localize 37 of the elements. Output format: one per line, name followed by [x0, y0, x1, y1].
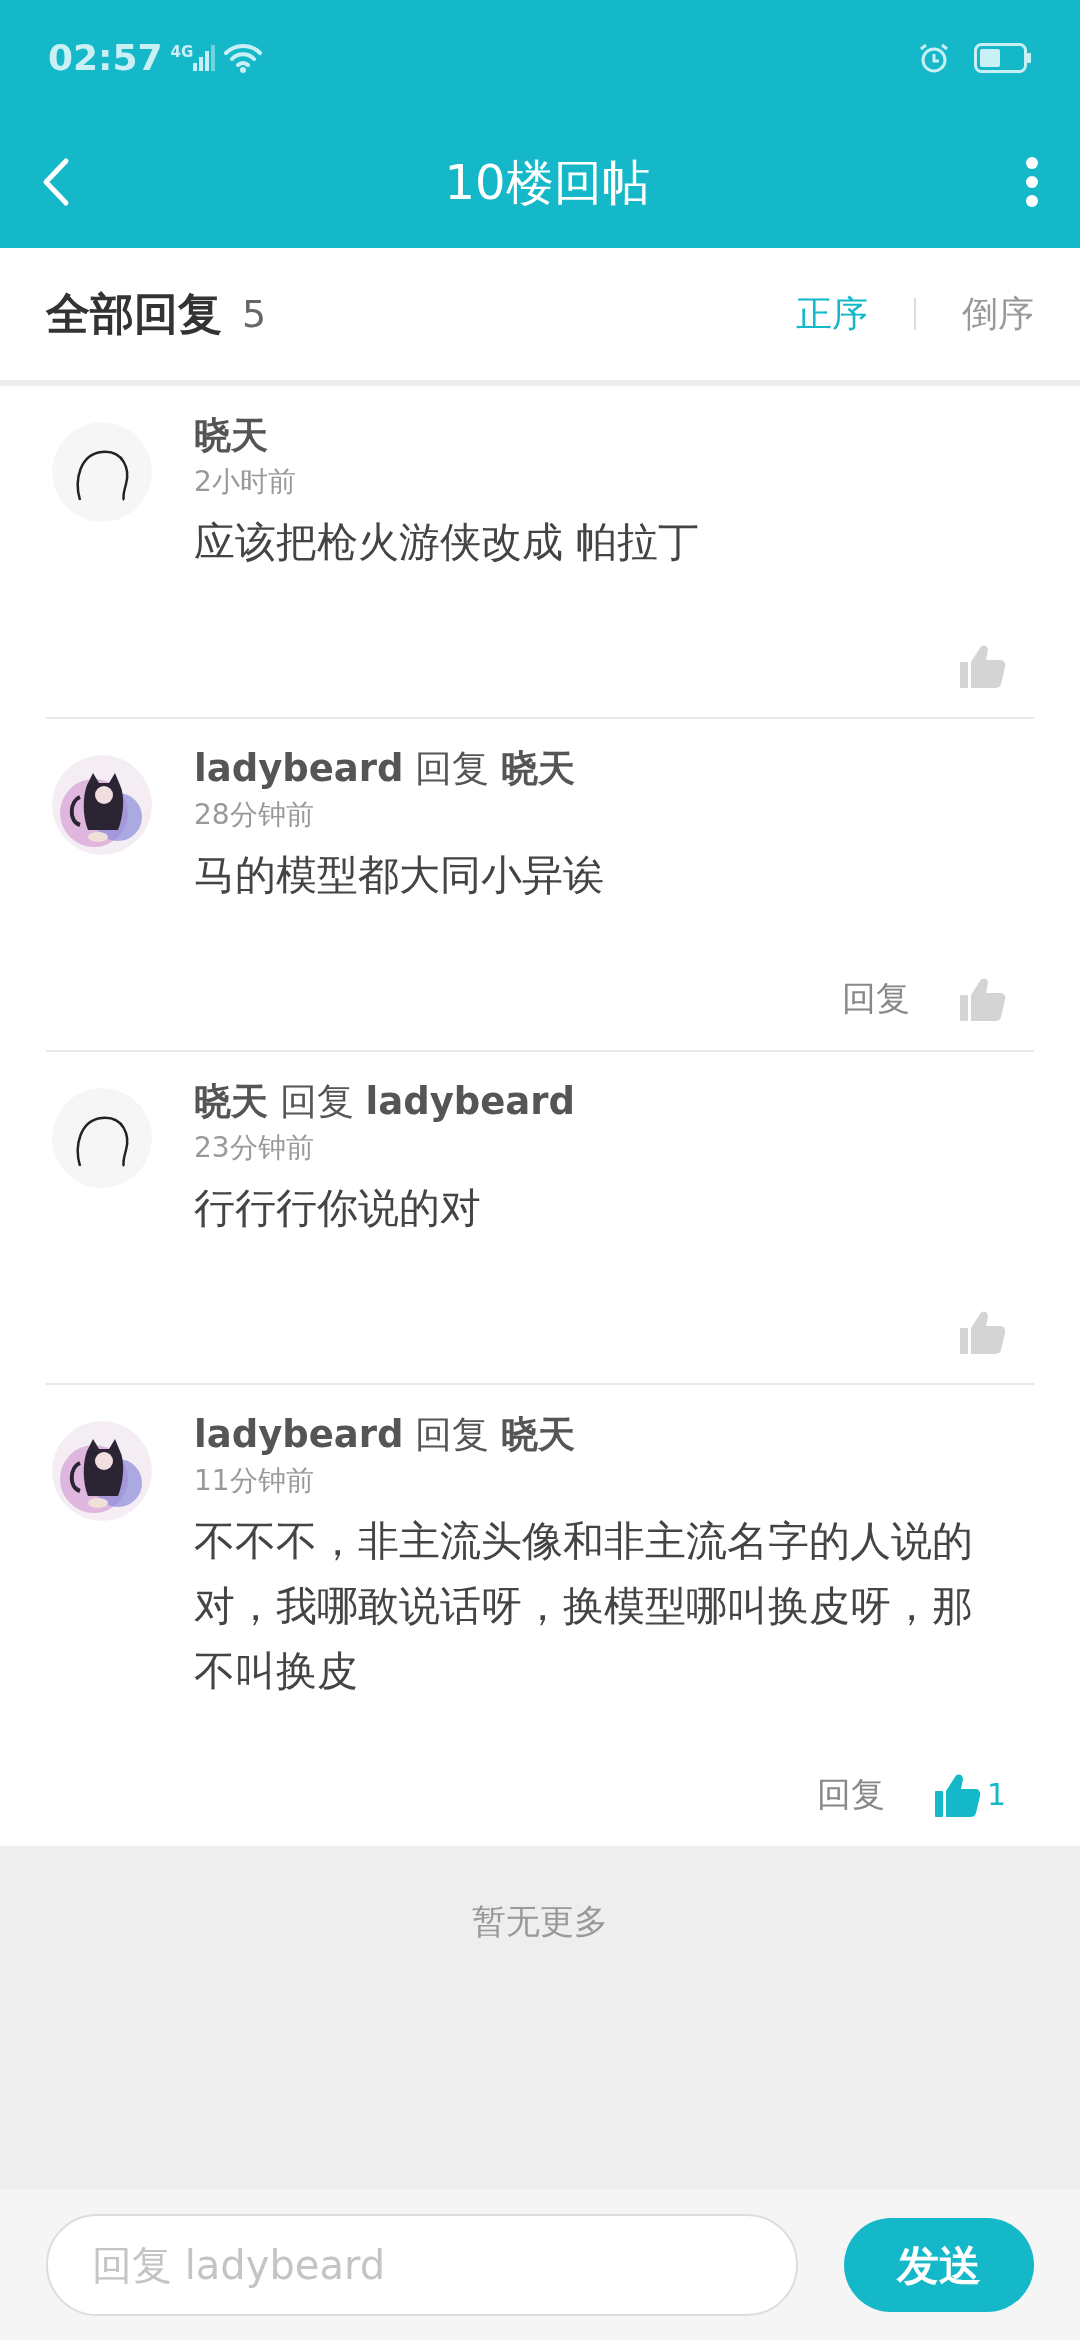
reply-label: 回复	[279, 1080, 354, 1123]
send-button[interactable]: 发送	[844, 2218, 1034, 2312]
author-name: 晓天	[194, 414, 268, 457]
sort-tab[interactable]: 正序	[796, 287, 868, 341]
comment-text: 行行行你说的对	[194, 1183, 482, 1234]
network-type: 4G	[170, 44, 194, 60]
comment-text: 不不不，非主流头像和非主流名字的人说的对，我哪敢说话呀，换模型哪叫换皮呀，那不叫换皮	[194, 1516, 974, 1697]
author-name: ladybeard	[194, 747, 404, 790]
reply-button[interactable]: 回复	[842, 972, 910, 1024]
reply-target-name: ladybeard	[365, 1080, 576, 1123]
comment-text: 马的模型都大同小异诶	[194, 850, 605, 901]
signal-icon	[193, 44, 216, 71]
comment-time: 23分钟前	[194, 1130, 315, 1166]
author-name: ladybeard	[194, 1413, 404, 1456]
comment-text: 应该把枪火游侠改成 帕拉丁	[194, 517, 701, 568]
reply-label: 回复	[415, 1413, 490, 1456]
reply-input-field[interactable]: 回复 ladybeard	[46, 2214, 798, 2316]
end-note: 暂无更多	[472, 1901, 608, 1941]
wifi-icon	[223, 42, 264, 73]
alarm-icon	[918, 41, 950, 74]
reply-target-name: 晓天	[501, 1413, 576, 1456]
comment-time: 11分钟前	[194, 1463, 315, 1499]
battery-icon	[974, 42, 1032, 73]
more-button[interactable]	[1024, 155, 1040, 208]
reply-target-name: 晓天	[501, 747, 576, 790]
more-icon	[1024, 155, 1040, 208]
section-title: 全部回复	[46, 287, 222, 341]
reply-label: 回复	[415, 747, 490, 790]
reply-button[interactable]: 回复	[816, 1768, 885, 1820]
status-time: 02:57	[48, 35, 163, 80]
comment-time: 28分钟前	[194, 797, 315, 833]
sort-tab[interactable]: 倒序	[962, 287, 1034, 341]
page-title: 10楼回帖	[444, 152, 650, 212]
reply-count: 5	[242, 290, 267, 338]
like-button[interactable]: 1	[934, 1771, 1006, 1817]
comment-time: 2小时前	[194, 464, 297, 500]
author-name: 晓天	[194, 1080, 268, 1123]
